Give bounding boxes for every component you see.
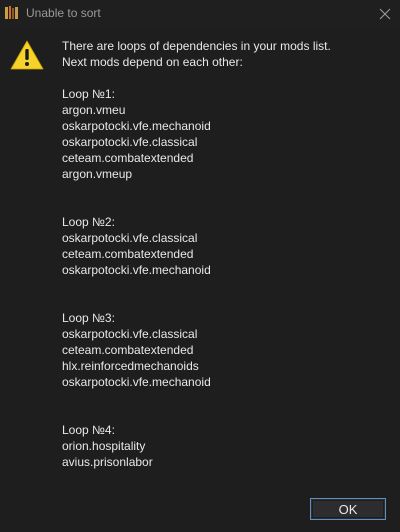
loop-block: Loop №3: oskarpotocki.vfe.classical cete… (62, 310, 392, 390)
mod-id: oskarpotocki.vfe.classical (62, 327, 198, 341)
mod-id: oskarpotocki.vfe.mechanoid (62, 119, 211, 133)
loop-label: Loop №4: (62, 423, 115, 437)
dialog-message: There are loops of dependencies in your … (62, 38, 392, 470)
loop-block: Loop №1: argon.vmeu oskarpotocki.vfe.mec… (62, 86, 392, 182)
close-button[interactable] (370, 0, 400, 28)
loop-label: Loop №2: (62, 215, 115, 229)
mod-id: orion.hospitality (62, 439, 146, 453)
books-icon (5, 6, 18, 19)
ok-button[interactable]: OK (310, 498, 386, 520)
mod-id: ceteam.combatextended (62, 247, 194, 261)
title-bar: Unable to sort (0, 0, 400, 28)
mod-id: hlx.reinforcedmechanoids (62, 359, 199, 373)
warning-icon (10, 40, 44, 70)
mod-id: ceteam.combatextended (62, 151, 194, 165)
loop-label: Loop №1: (62, 87, 115, 101)
mod-id: argon.vmeup (62, 167, 133, 181)
mod-id: argon.vmeu (62, 103, 126, 117)
loop-label: Loop №3: (62, 311, 115, 325)
intro-text: There are loops of dependencies in your … (62, 39, 331, 53)
mod-id: oskarpotocki.vfe.classical (62, 231, 198, 245)
loop-block: Loop №4: orion.hospitality avius.prisonl… (62, 422, 392, 470)
loop-block: Loop №2: oskarpotocki.vfe.classical cete… (62, 214, 392, 278)
intro-text: Next mods depend on each other: (62, 55, 243, 69)
mod-id: ceteam.combatextended (62, 343, 194, 357)
mod-id: oskarpotocki.vfe.mechanoid (62, 263, 211, 277)
mod-id: avius.prisonlabor (62, 455, 153, 469)
window-title: Unable to sort (26, 6, 101, 20)
mod-id: oskarpotocki.vfe.classical (62, 135, 198, 149)
mod-id: oskarpotocki.vfe.mechanoid (62, 375, 211, 389)
close-icon (379, 8, 391, 20)
dialog-body: There are loops of dependencies in your … (0, 28, 400, 532)
